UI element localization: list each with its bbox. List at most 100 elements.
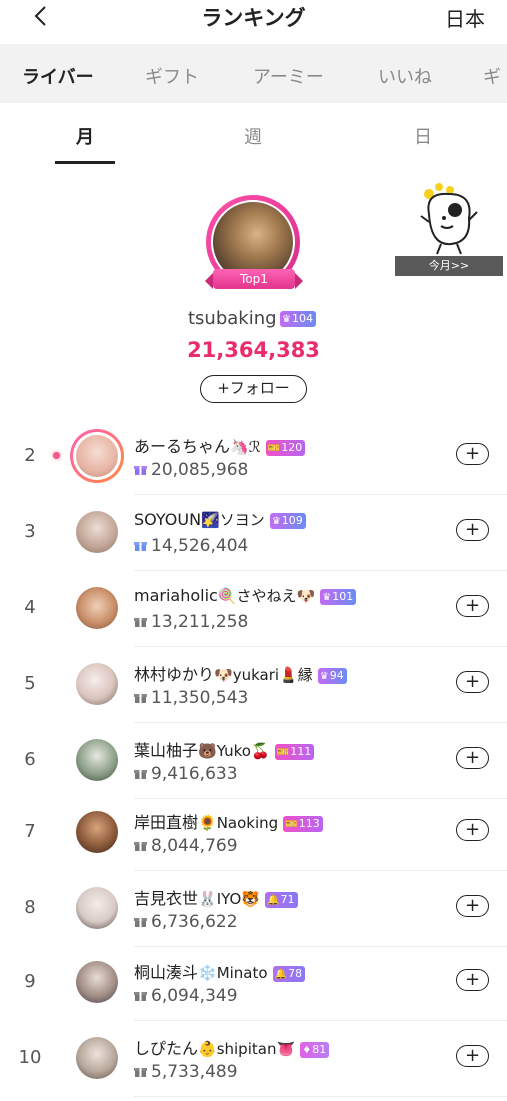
ranking-row[interactable]: 8 吉見衣世🐰IYO🐯 🔔71 6,736,622 + [0,871,507,947]
bell-icon: 🔔 [274,968,288,980]
divider [134,1096,507,1097]
follow-plus-button[interactable]: + [456,671,489,693]
gift-score: 9,416,633 [134,764,238,784]
ticket-icon: 🎫 [267,442,281,454]
level-badge: 🔔71 [265,891,298,908]
follow-plus-button[interactable]: + [456,969,489,991]
bell-icon: 🔔 [267,894,280,906]
user-name: SOYOUN🌠ソヨン ♛109 [134,509,306,530]
top1-score: 21,364,383 [187,338,320,362]
gift-icon [134,618,147,627]
avatar-live-ring[interactable] [70,429,124,483]
tab-likes[interactable]: いいね [378,63,432,89]
gift-score: 13,211,258 [134,612,248,632]
user-name: 葉山柚子🐻Yuko🍒 🎫111 [134,737,315,761]
avatar [76,435,118,477]
follow-plus-button[interactable]: + [456,443,489,465]
follow-plus-button[interactable]: + [456,1045,489,1067]
promo-label: 今月>> [395,256,503,276]
rank-number: 3 [24,521,36,542]
avatar[interactable] [76,739,118,781]
level-badge: 🎫120 [265,439,306,456]
tab-week[interactable]: 週 [244,123,262,149]
live-indicator [53,452,60,459]
rank-number: 6 [24,749,36,770]
rank-number: 2 [24,445,36,466]
gift-score: 20,085,968 [134,460,248,480]
crown-icon: ♛ [322,591,332,603]
ticket-icon: 🎫 [285,818,298,830]
level-badge: ♛94 [317,667,347,684]
gift-icon [134,842,147,851]
user-name: 林村ゆかり🐶yukari💄縁 ♛94 [134,661,347,685]
gift-icon [134,466,147,475]
avatar[interactable] [76,511,118,553]
ranking-row[interactable]: 10 しぴたん👶shipitan👅 ♦81 5,733,489 + [0,1021,507,1097]
ranking-row[interactable]: 3 SOYOUN🌠ソヨン ♛109 14,526,404 + [0,495,507,571]
top1-username[interactable]: tsubaking [188,308,277,329]
ranking-row[interactable]: 9 桐山湊斗❄️Minato 🔔78 6,094,349 + [0,945,507,1021]
gift-icon [134,992,147,1001]
avatar[interactable] [76,587,118,629]
ranking-row[interactable]: 2 あーるちゃん🦄ℛ 🎫120 20,085,968 + [0,419,507,495]
follow-plus-button[interactable]: + [456,747,489,769]
level-badge: 🎫113 [283,815,323,832]
follow-plus-button[interactable]: + [456,519,489,541]
crown-icon: ♛ [271,515,281,527]
follow-button[interactable]: +フォロー [200,375,307,403]
category-tabs: ライバー ギフト アーミー いいね ギ [0,44,507,103]
gift-icon [134,542,147,551]
gift-icon [134,694,147,703]
tab-liver[interactable]: ライバー [22,63,94,89]
follow-plus-button[interactable]: + [456,595,489,617]
ranking-row[interactable]: 5 林村ゆかり🐶yukari💄縁 ♛94 11,350,543 + [0,647,507,723]
mascot-icon [420,183,478,255]
crown-icon: ♛ [319,670,329,682]
monthly-promo[interactable]: 今月>> [395,182,503,276]
avatar[interactable] [76,663,118,705]
ranking-row[interactable]: 7 岸田直樹🌻Naoking 🎫113 8,044,769 + [0,795,507,871]
period-tabs: 月 週 日 [0,103,507,165]
region-selector[interactable]: 日本 [445,3,485,32]
level-badge: ♦81 [300,1041,330,1058]
follow-plus-button[interactable]: + [456,895,489,917]
rank-number: 7 [24,821,36,842]
ranking-row[interactable]: 6 葉山柚子🐻Yuko🍒 🎫111 9,416,633 + [0,723,507,799]
rank-number: 4 [24,597,36,618]
rank-number: 10 [18,1047,42,1068]
tab-month[interactable]: 月 [76,123,94,149]
diamond-icon: ♦ [302,1044,312,1056]
gift-icon [134,918,147,927]
user-name: 桐山湊斗❄️Minato 🔔78 [134,959,306,983]
active-tab-indicator [55,161,115,164]
avatar[interactable] [76,1037,118,1079]
user-name: 岸田直樹🌻Naoking 🎫113 [134,809,323,833]
top1-badge: Top1 [205,269,303,289]
top1-level-badge: ♛104 [280,311,316,327]
user-name: あーるちゃん🦄ℛ 🎫120 [134,433,306,457]
tab-army[interactable]: アーミー [253,63,324,89]
page-title: ランキング [201,6,306,30]
user-name: mariaholic🍭さやねえ🐶 ♛101 [134,585,357,606]
tab-gift[interactable]: ギフト [145,63,199,89]
avatar[interactable] [76,887,118,929]
tab-gift-partial[interactable]: ギ [483,63,501,89]
level-badge: ♛101 [320,588,357,605]
gift-score: 6,736,622 [134,912,238,932]
rank-number: 9 [24,971,36,992]
tab-day[interactable]: 日 [414,123,432,149]
gift-icon [134,770,147,779]
user-name: 吉見衣世🐰IYO🐯 🔔71 [134,885,298,909]
level-badge: ♛109 [269,512,306,529]
gift-score: 8,044,769 [134,836,238,856]
gift-score: 14,526,404 [134,536,248,556]
rank-number: 8 [24,897,36,918]
avatar[interactable] [76,961,118,1003]
gift-score: 6,094,349 [134,986,238,1006]
avatar[interactable] [76,811,118,853]
follow-plus-button[interactable]: + [456,819,489,841]
header-bar: ランキング 日本 [0,0,507,44]
ranking-row[interactable]: 4 mariaholic🍭さやねえ🐶 ♛101 13,211,258 + [0,571,507,647]
crown-icon: ♛ [282,314,291,325]
level-badge: 🎫111 [274,743,315,760]
